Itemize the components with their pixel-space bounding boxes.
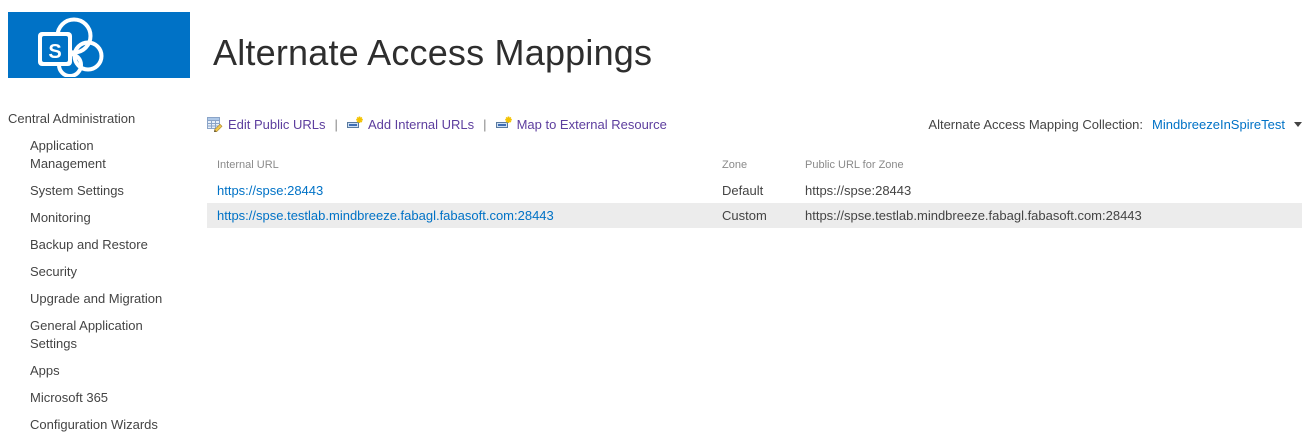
map-to-external-resource-link[interactable]: Map to External Resource [495, 116, 667, 132]
toolbar-separator: | [483, 116, 487, 132]
toolbar-separator: | [334, 116, 338, 132]
collection-selector: Alternate Access Mapping Collection: Min… [928, 117, 1302, 132]
public-url-cell: https://spse:28443 [805, 183, 912, 198]
sharepoint-logo[interactable]: S [8, 12, 190, 78]
chevron-down-icon[interactable] [1294, 121, 1302, 127]
sidebar-item-backup-and-restore[interactable]: Backup and Restore [8, 236, 173, 254]
sidebar-item-upgrade-and-migration[interactable]: Upgrade and Migration [8, 290, 173, 308]
internal-url-link[interactable]: https://spse:28443 [217, 183, 323, 198]
sidebar-item-apps[interactable]: Apps [8, 362, 173, 380]
sidebar-item-application-management[interactable]: Application Management [8, 137, 173, 173]
alternate-access-mappings-table: Internal URL Zone Public URL for Zone ht… [207, 152, 1302, 228]
add-internal-urls-link[interactable]: Add Internal URLs [346, 116, 474, 132]
public-url-cell: https://spse.testlab.mindbreeze.fabagl.f… [805, 208, 1142, 223]
column-header-public-url: Public URL for Zone [805, 159, 904, 171]
svg-text:S: S [48, 41, 61, 63]
edit-table-icon [207, 116, 223, 132]
sidebar-item-general-application-settings[interactable]: General Application Settings [8, 317, 173, 353]
map-external-resource-icon [495, 116, 512, 132]
collection-value-dropdown[interactable]: MindbreezeInSpireTest [1152, 117, 1285, 132]
table-row: https://spse:28443 Default https://spse:… [207, 178, 1302, 203]
sharepoint-logo-icon: S [38, 17, 104, 77]
column-header-zone: Zone [722, 159, 748, 171]
table-row: https://spse.testlab.mindbreeze.fabagl.f… [207, 203, 1302, 228]
sidebar-item-security[interactable]: Security [8, 263, 173, 281]
zone-cell: Custom [722, 208, 767, 223]
page-title: Alternate Access Mappings [213, 32, 653, 73]
sidebar-item-configuration-wizards[interactable]: Configuration Wizards [8, 416, 173, 434]
sidebar-item-system-settings[interactable]: System Settings [8, 182, 173, 200]
collection-label: Alternate Access Mapping Collection: [928, 116, 1144, 132]
toolbar: Edit Public URLs | Add Internal URLs | M… [207, 113, 1302, 135]
table-header-row: Internal URL Zone Public URL for Zone [207, 152, 1302, 178]
internal-url-link[interactable]: https://spse.testlab.mindbreeze.fabagl.f… [217, 208, 554, 223]
column-header-internal-url: Internal URL [217, 159, 279, 171]
sidebar-nav: Central Administration Application Manag… [8, 110, 198, 443]
sidebar-item-central-administration[interactable]: Central Administration [8, 110, 198, 128]
edit-public-urls-link[interactable]: Edit Public URLs [207, 116, 326, 132]
zone-cell: Default [722, 183, 764, 198]
sidebar-item-microsoft-365[interactable]: Microsoft 365 [8, 389, 173, 407]
toolbar-actions: Edit Public URLs | Add Internal URLs | M… [207, 116, 667, 132]
add-url-icon [346, 116, 363, 132]
sidebar-item-monitoring[interactable]: Monitoring [8, 209, 173, 227]
